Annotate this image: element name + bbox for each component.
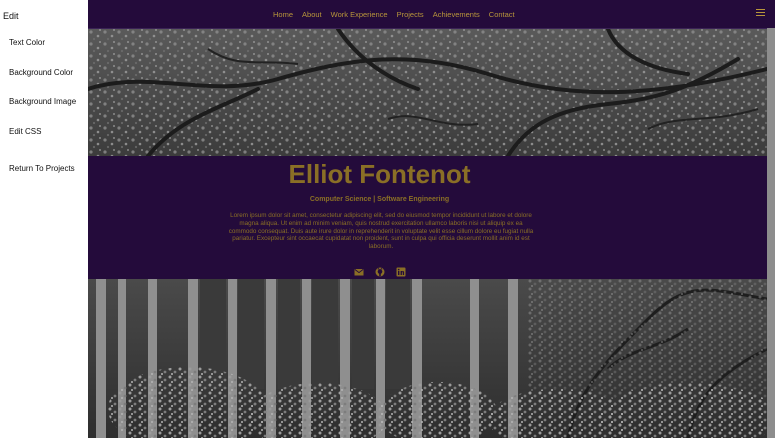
nav-achievements[interactable]: Achievements (433, 10, 480, 19)
nav-home[interactable]: Home (273, 10, 293, 19)
background-color-option[interactable]: Background Color (9, 68, 73, 77)
nav-links: Home About Work Experience Projects Achi… (273, 10, 524, 19)
hamburger-icon[interactable] (756, 9, 765, 17)
linkedin-icon[interactable] (396, 267, 406, 277)
nav-contact[interactable]: Contact (489, 10, 515, 19)
profile-subtitle: Computer Science | Software Engineering (309, 196, 450, 203)
background-photo-top (88, 29, 767, 156)
github-icon[interactable] (375, 267, 385, 277)
return-to-projects-link[interactable]: Return To Projects (9, 164, 75, 173)
email-icon[interactable] (354, 267, 364, 277)
scrollbar-track[interactable] (767, 28, 775, 438)
edit-css-option[interactable]: Edit CSS (9, 127, 41, 136)
portfolio-preview: Home About Work Experience Projects Achi… (88, 0, 775, 438)
editor-sidebar: Edit Text Color Background Color Backgro… (0, 0, 88, 438)
edit-title: Edit (3, 11, 19, 21)
top-navbar: Home About Work Experience Projects Achi… (88, 0, 775, 29)
nav-about[interactable]: About (302, 10, 322, 19)
nav-work-experience[interactable]: Work Experience (331, 10, 388, 19)
profile-bio: Lorem ipsum dolor sit amet, consectetur … (228, 212, 534, 251)
intro-section: Elliot Fontenot Computer Science | Softw… (88, 156, 767, 279)
nav-projects[interactable]: Projects (397, 10, 424, 19)
social-links (354, 267, 406, 277)
text-color-option[interactable]: Text Color (9, 38, 45, 47)
background-photo-bottom (88, 279, 767, 438)
profile-name: Elliot Fontenot (288, 159, 471, 189)
background-image-option[interactable]: Background Image (9, 97, 76, 106)
